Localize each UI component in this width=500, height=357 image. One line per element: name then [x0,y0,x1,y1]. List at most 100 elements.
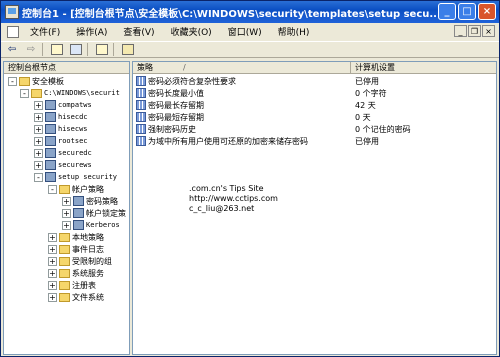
column-header-setting[interactable]: 计算机设置 [351,62,496,74]
back-button[interactable]: ⇦ [4,43,20,57]
policy-setting-icon [136,136,146,146]
expand-toggle[interactable]: + [48,232,57,242]
console-icon [5,5,19,19]
tree-node-hisecws[interactable]: + hisecws [34,123,88,135]
tree-node-label: 安全模板 [32,76,64,86]
collapse-toggle[interactable]: - [34,172,43,182]
tree-node-file-system[interactable]: + 文件系统 [48,291,104,303]
folder-icon [59,232,70,242]
tree-node-local-policies[interactable]: + 本地策略 [48,231,104,243]
expand-toggle[interactable]: + [48,256,57,266]
export-list-button[interactable] [94,43,110,57]
policy-icon [73,220,84,230]
tree-node-setup-security[interactable]: - setup security [34,171,117,183]
policy-setting-icon [136,100,146,110]
policy-name: 为域中所有用户使用可还原的加密来储存密码 [148,136,308,146]
tree-node-account-policies[interactable]: - 帐户策略 [48,183,104,195]
policy-value: 已停用 [355,136,379,146]
policy-setting-icon [136,76,146,86]
maximize-button[interactable]: □ [458,3,476,20]
menu-favorites[interactable]: 收藏夹(O) [163,25,220,38]
collapse-toggle[interactable]: - [8,76,17,86]
menu-action[interactable]: 操作(A) [68,25,115,38]
up-folder-button[interactable] [49,43,65,57]
expand-toggle[interactable]: + [34,112,43,122]
tree-node-event-log[interactable]: + 事件日志 [48,243,104,255]
tree-node-label: securews [58,161,92,169]
menu-file[interactable]: 文件(F) [22,25,68,38]
policy-row[interactable]: 强制密码历史 0 个记住的密码 [133,123,411,135]
mdi-close-button[interactable]: × [482,25,495,37]
mdi-minimize-button[interactable]: _ [454,25,467,37]
tree-node-label: Kerberos [86,221,120,229]
tree-node-compatws[interactable]: + compatws [34,99,92,111]
policy-row[interactable]: 密码长度最小值 0 个字符 [133,87,387,99]
tree-node-system-services[interactable]: + 系统服务 [48,267,104,279]
expand-toggle[interactable]: + [48,244,57,254]
folder-icon [31,88,42,98]
expand-toggle[interactable]: + [62,220,71,230]
tree-node-rootsec[interactable]: + rootsec [34,135,88,147]
template-icon [45,160,56,170]
tree-node-label: hisecdc [58,113,88,121]
policy-row[interactable]: 为域中所有用户使用可还原的加密来储存密码 已停用 [133,135,379,147]
folder-icon [59,292,70,302]
folder-icon [59,184,70,194]
policy-list[interactable]: 策略 / 计算机设置 密码必须符合复杂性要求 已停用 密码长度最小值 0 个字符… [132,61,497,355]
menu-view[interactable]: 查看(V) [115,25,162,38]
expand-toggle[interactable]: + [34,148,43,158]
tree-node-hisecdc[interactable]: + hisecdc [34,111,88,123]
column-header-policy[interactable]: 策略 / [133,62,351,74]
policy-row[interactable]: 密码最短存留期 0 天 [133,111,371,123]
minimize-button[interactable]: _ [438,3,456,20]
tree-node-lockout-policy[interactable]: + 帐户锁定策 [62,207,126,219]
console-tree[interactable]: 控制台根节点 - 安全模板 - C:\WINDOWS\securit + com… [3,61,130,355]
template-icon [45,112,56,122]
expand-toggle[interactable]: + [48,292,57,302]
tree-node-label: 事件日志 [72,244,104,254]
close-button[interactable]: × [478,3,496,20]
forward-button[interactable]: ⇨ [23,43,39,57]
policy-row[interactable]: 密码最长存留期 42 天 [133,99,376,111]
mdi-restore-button[interactable]: ❐ [468,25,481,37]
tree-node-registry[interactable]: + 注册表 [48,279,96,291]
menu-help[interactable]: 帮助(H) [270,25,318,38]
folder-icon [59,244,70,254]
tree-node-securedc[interactable]: + securedc [34,147,92,159]
policy-value: 0 个记住的密码 [355,124,411,134]
expand-toggle[interactable]: + [34,100,43,110]
expand-toggle[interactable]: + [34,124,43,134]
tree-node-restricted-groups[interactable]: + 受限制的组 [48,255,112,267]
collapse-toggle[interactable]: - [48,184,57,194]
mmc-window: 控制台1 - [控制台根节点\安全模板\C:\WINDOWS\security\… [0,0,500,357]
tree-node-label: 帐户策略 [72,184,104,194]
collapse-toggle[interactable]: - [20,88,29,98]
expand-toggle[interactable]: + [48,268,57,278]
document-icon[interactable] [7,25,19,38]
tree-node-templates-path[interactable]: - C:\WINDOWS\securit [20,87,120,99]
expand-toggle[interactable]: + [62,208,71,218]
tree-node-kerberos[interactable]: + Kerberos [62,219,120,231]
policy-row[interactable]: 密码必须符合复杂性要求 已停用 [133,75,379,87]
tree-node-label: C:\WINDOWS\securit [44,89,120,97]
expand-toggle[interactable]: + [34,136,43,146]
folder-icon [59,256,70,266]
template-icon [45,136,56,146]
menu-window[interactable]: 窗口(W) [220,25,270,38]
tree-node-label: 密码策略 [86,196,118,206]
toolbar-separator [113,43,114,56]
template-icon [45,124,56,134]
policy-value: 已停用 [355,76,379,86]
tree-node-password-policy[interactable]: + 密码策略 [62,195,118,207]
policy-name: 密码必须符合复杂性要求 [148,76,236,86]
tree-node-securews[interactable]: + securews [34,159,92,171]
help-button[interactable] [120,43,136,57]
expand-toggle[interactable]: + [48,280,57,290]
show-tree-button[interactable] [68,43,84,57]
expand-toggle[interactable]: + [62,196,71,206]
expand-toggle[interactable]: + [34,160,43,170]
title-bar[interactable]: 控制台1 - [控制台根节点\安全模板\C:\WINDOWS\security\… [1,1,499,23]
policy-setting-icon [136,112,146,122]
tree-node-security-templates[interactable]: - 安全模板 [8,75,64,87]
toolbar-separator [42,43,43,56]
